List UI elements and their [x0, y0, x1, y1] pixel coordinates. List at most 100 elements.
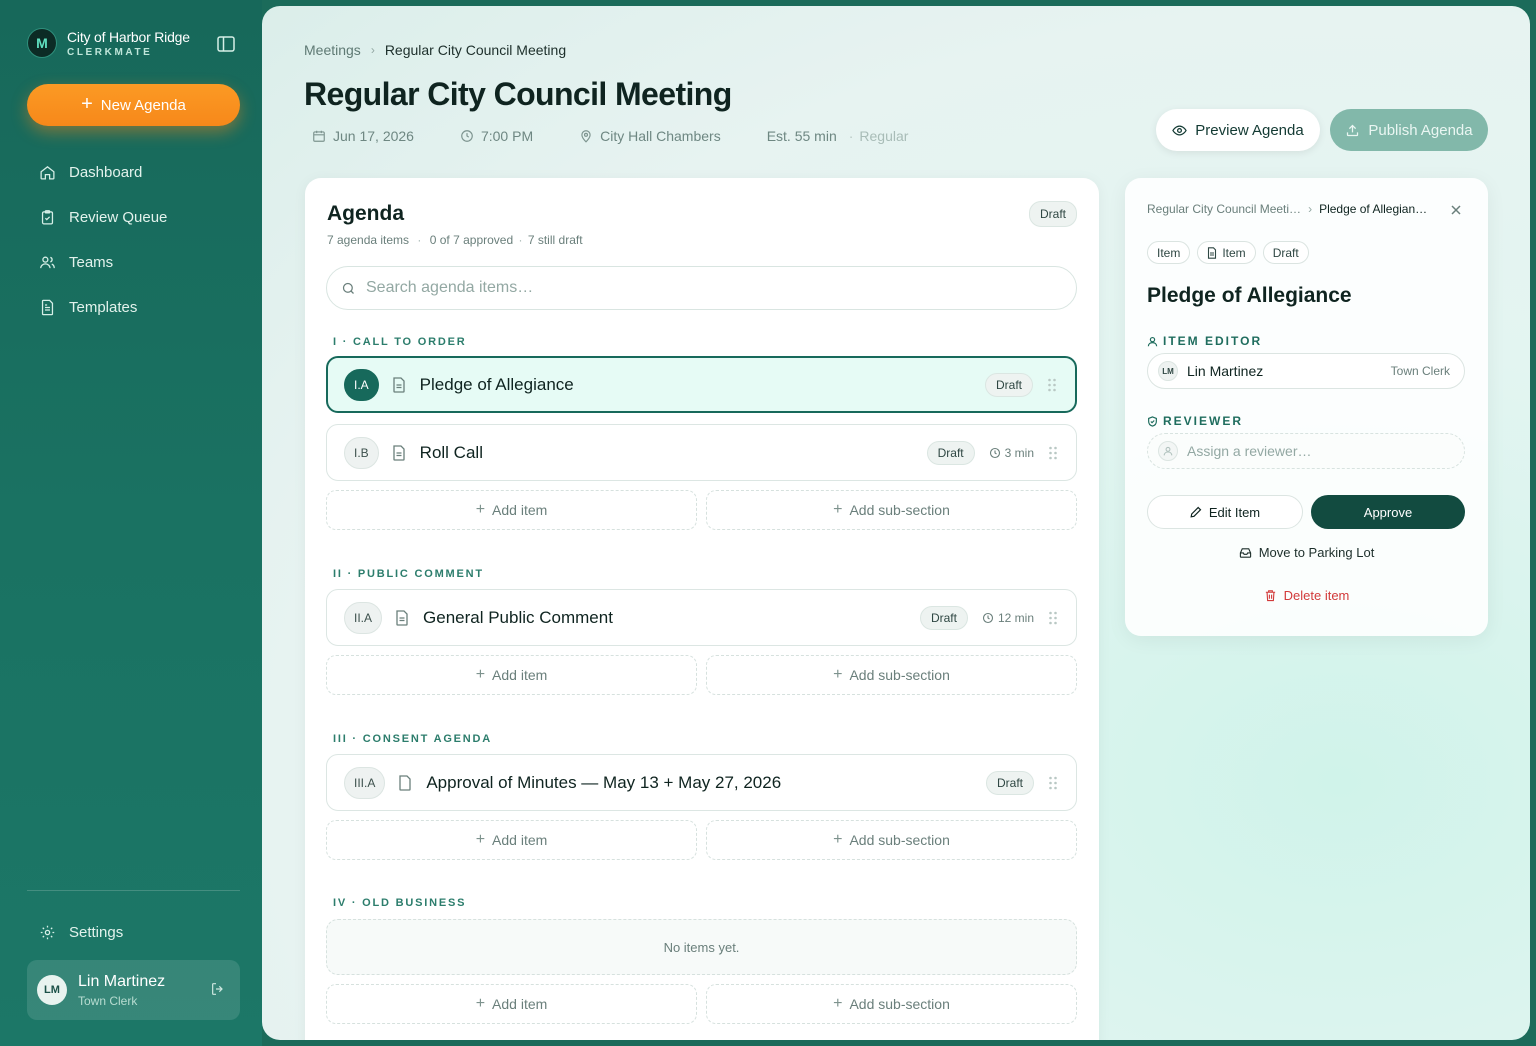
add-item-button[interactable]: + Add item — [326, 984, 697, 1024]
plus-icon: + — [475, 501, 486, 518]
agenda-item-row[interactable]: III.A Approval of Minutes — May 13 + May… — [326, 754, 1077, 811]
item-code: II.A — [344, 601, 383, 634]
sidebar-nav: Dashboard Review Queue Teams Templates — [27, 150, 240, 330]
sidebar: M City of Harbor Ridge CLERKMATE + New A… — [0, 0, 262, 1046]
agenda-summary: 7 agenda items · 0 of 7 approved · 7 sti… — [327, 233, 583, 247]
close-icon[interactable] — [1450, 204, 1462, 216]
brand[interactable]: M City of Harbor Ridge CLERKMATE — [27, 28, 190, 58]
sidebar-item-label: Review Queue — [69, 209, 168, 226]
type-tag: Item — [1147, 241, 1191, 264]
shield-check-icon — [1148, 415, 1157, 427]
add-subsection-button[interactable]: + Add sub-section — [706, 984, 1077, 1024]
add-item-button[interactable]: + Add item — [326, 655, 697, 695]
inbox-icon — [1239, 548, 1251, 558]
status-badge: Draft — [985, 770, 1034, 795]
add-item-button[interactable]: + Add item — [326, 820, 697, 860]
preview-agenda-button[interactable]: Preview Agenda — [1156, 109, 1320, 151]
meta-separator: · — [848, 128, 854, 144]
item-title: Pledge of Allegiance — [419, 374, 574, 394]
plus-icon: + — [475, 831, 486, 848]
item-title: General Public Comment — [423, 607, 613, 627]
meeting-meta: Jun 17, 2026 7:00 PM City Hall Chambers … — [312, 128, 908, 144]
page-title: Regular City Council Meeting — [304, 76, 732, 112]
divider — [27, 890, 240, 891]
section-header: IV · OLD BUSINESS — [333, 897, 467, 909]
meeting-location: City Hall Chambers — [579, 128, 721, 144]
user-role: Town Clerk — [78, 993, 138, 1008]
map-pin-icon — [581, 130, 591, 143]
assign-reviewer-field[interactable]: Assign a reviewer… — [1147, 433, 1465, 469]
add-item-button[interactable]: + Add item — [326, 490, 697, 530]
avatar: LM — [1158, 361, 1178, 381]
item-editor-field[interactable]: LM Lin Martinez Town Clerk — [1147, 353, 1465, 389]
move-to-parking-lot-button[interactable]: Move to Parking Lot — [1125, 545, 1488, 560]
sidebar-item-label: Settings — [69, 924, 124, 941]
drag-handle-icon[interactable] — [1048, 610, 1058, 626]
user-placeholder-icon — [1158, 441, 1178, 461]
status-badge: Draft — [926, 440, 975, 465]
agenda-item-row[interactable]: II.A General Public Comment Draft 12 min — [326, 589, 1077, 646]
section-header: I · CALL TO ORDER — [333, 336, 467, 348]
item-code: I.A — [344, 368, 379, 401]
drag-handle-icon[interactable] — [1048, 445, 1058, 461]
add-subsection-button[interactable]: + Add sub-section — [706, 490, 1077, 530]
sidebar-item-templates[interactable]: Templates — [27, 285, 240, 330]
sidebar-item-label: Templates — [69, 299, 138, 316]
product-name: CLERKMATE — [67, 46, 153, 58]
document-icon — [1208, 246, 1217, 259]
item-detail-panel: Regular City Council Meeti… › Pledge of … — [1125, 178, 1488, 636]
home-icon — [40, 166, 55, 180]
status-badge: Draft — [1028, 201, 1077, 227]
plus-icon: + — [475, 995, 486, 1012]
document-icon — [393, 376, 405, 393]
logout-icon[interactable] — [210, 981, 226, 997]
item-code: III.A — [344, 766, 386, 799]
item-title: Approval of Minutes — May 13 + May 27, 2… — [426, 772, 782, 792]
new-agenda-button[interactable]: + New Agenda — [27, 84, 240, 126]
agenda-item-row[interactable]: I.A Pledge of Allegiance Draft — [326, 356, 1077, 413]
empty-state: No items yet. — [326, 919, 1077, 975]
sidebar-item-teams[interactable]: Teams — [27, 240, 240, 285]
drag-handle-icon[interactable] — [1047, 377, 1057, 393]
item-code: I.B — [344, 436, 379, 469]
status-badge: Draft — [919, 605, 968, 630]
editor-role: Town Clerk — [1390, 364, 1450, 378]
sidebar-item-settings[interactable]: Settings — [27, 910, 123, 955]
clock-icon — [982, 612, 994, 623]
delete-item-button[interactable]: Delete item — [1125, 588, 1488, 603]
agenda-item-row[interactable]: I.B Roll Call Draft 3 min — [326, 424, 1077, 481]
publish-agenda-button[interactable]: Publish Agenda — [1330, 109, 1488, 151]
plus-icon: + — [833, 501, 843, 518]
search-input[interactable] — [366, 279, 1046, 297]
breadcrumb-parent[interactable]: Regular City Council Meeti… — [1147, 202, 1301, 216]
sidebar-item-dashboard[interactable]: Dashboard — [27, 150, 240, 195]
user-card[interactable]: LM Lin Martinez Town Clerk — [27, 960, 240, 1020]
sidebar-toggle-icon[interactable] — [217, 36, 235, 52]
user-icon — [1147, 336, 1158, 346]
item-editor-label: ITEM EDITOR — [1147, 334, 1262, 348]
drag-handle-icon[interactable] — [1048, 775, 1058, 791]
breadcrumb-parent[interactable]: Meetings — [304, 42, 361, 58]
main-content: Meetings › Regular City Council Meeting … — [262, 6, 1530, 1040]
search-bar[interactable] — [326, 266, 1077, 310]
file-text-icon — [41, 299, 54, 316]
add-subsection-button[interactable]: + Add sub-section — [706, 820, 1077, 860]
eye-icon — [1172, 124, 1188, 136]
clock-icon — [989, 447, 1000, 458]
item-duration: 3 min — [989, 446, 1034, 460]
plus-icon: + — [833, 995, 843, 1012]
sidebar-item-label: Teams — [69, 254, 114, 271]
add-subsection-button[interactable]: + Add sub-section — [706, 655, 1077, 695]
plus-icon: + — [833, 831, 843, 848]
editor-name: Lin Martinez — [1187, 363, 1264, 379]
sidebar-item-review-queue[interactable]: Review Queue — [27, 195, 240, 240]
meeting-time: 7:00 PM — [460, 128, 533, 144]
users-icon — [40, 256, 55, 269]
chevron-right-icon: › — [370, 43, 375, 57]
section-header: II · PUBLIC COMMENT — [333, 568, 484, 580]
meeting-type: Regular — [859, 128, 909, 144]
edit-item-button[interactable]: Edit Item — [1147, 495, 1303, 529]
approve-button[interactable]: Approve — [1311, 495, 1465, 529]
chevron-right-icon: › — [1308, 202, 1313, 216]
clipboard-check-icon — [41, 210, 54, 225]
